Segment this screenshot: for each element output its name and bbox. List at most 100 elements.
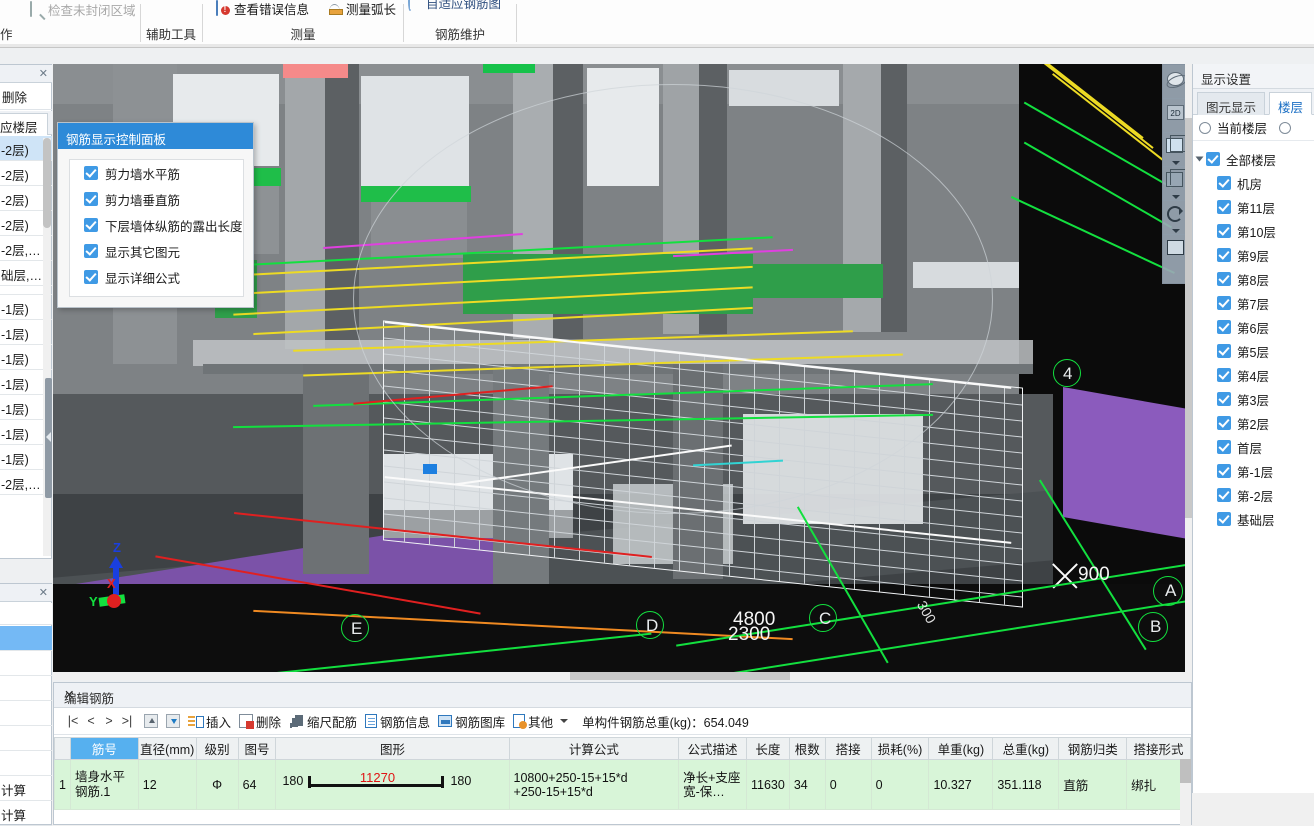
cell-length[interactable]: 11630 [745,759,790,810]
left-dock-tab-floor[interactable]: 应楼层 [0,113,48,135]
scale-rebar-button[interactable]: 缩尺配筋 [289,712,357,731]
tree-root-all-floors[interactable]: 全部楼层 [1193,147,1314,171]
table-header-cell[interactable]: 直径(mm) [137,737,197,760]
checkbox-row-show-other-elements[interactable]: 显示其它图元 [70,238,243,264]
nav-prev-button[interactable]: < [82,714,100,728]
list-item[interactable] [0,651,52,676]
table-header-cell[interactable]: 图号 [237,737,277,760]
cell-formula-desc[interactable]: 净长+支座宽-保… [678,759,747,810]
tab-floors[interactable]: 楼层 [1269,92,1313,115]
cell-total-weight[interactable]: 351.118 [992,759,1060,810]
cell-formula[interactable]: 10800+250-15+15*d +250-15+15*d [508,759,680,810]
checkbox[interactable] [1217,272,1231,286]
chevron-down-icon[interactable] [560,719,569,723]
table-header-cell[interactable]: 根数 [788,737,826,760]
table-header-cell[interactable]: 总重(kg) [992,737,1060,760]
checkbox[interactable] [1217,200,1231,214]
tree-item-floor[interactable]: 第10层 [1193,219,1314,243]
tree-item-floor[interactable]: 第-1层 [1193,459,1314,483]
list-item[interactable] [0,676,52,701]
viewport-hscrollbar-thumb[interactable] [570,672,790,680]
tree-item-floor[interactable]: 第2层 [1193,411,1314,435]
table-header-cell[interactable]: 公式描述 [678,737,747,760]
left-splitter-handle[interactable] [45,378,52,498]
left-list-scrollbar-thumb[interactable] [43,138,51,228]
table-header-cell[interactable]: 单重(kg) [928,737,994,760]
checkbox[interactable] [1217,512,1231,526]
rebar-table-wrapper[interactable]: 筋号 直径(mm) 级别 图号 图形 计算公式 公式描述 长度 根数 搭接 损耗… [54,737,1191,825]
check-unclosed-area-button[interactable]: 检查未封闭区域 [30,0,136,19]
move-up-button[interactable] [144,714,158,728]
checkbox[interactable] [1217,464,1231,478]
checkbox[interactable] [84,270,98,284]
checkbox[interactable] [1217,224,1231,238]
list-item[interactable] [0,701,52,726]
measure-arc-button[interactable]: 测量弧长 [328,0,396,18]
checkbox[interactable] [1217,392,1231,406]
close-icon[interactable]: ✕ [64,687,1185,702]
viewport-vscrollbar-thumb[interactable] [1185,118,1192,518]
table-header-cell[interactable]: 搭接形式 [1126,737,1191,760]
list-item[interactable]: 计算 [0,776,52,801]
checkbox[interactable] [1217,344,1231,358]
checkbox-row-shearwall-vertical[interactable]: 剪力墙垂直筋 [70,186,243,212]
move-down-button[interactable] [166,714,180,728]
checkbox[interactable] [1217,440,1231,454]
table-header-cell[interactable]: 钢筋归类 [1058,737,1128,760]
checkbox[interactable] [1217,296,1231,310]
nav-first-button[interactable]: |< [64,714,82,728]
table-header-cell[interactable]: 计算公式 [508,737,680,760]
other-button[interactable]: 其他 [513,712,572,731]
checkbox-row-show-detailed-formula[interactable]: 显示详细公式 [70,264,243,290]
nav-last-button[interactable]: >| [118,714,136,728]
checkbox[interactable] [1206,152,1220,166]
radio-current-floor[interactable] [1199,121,1211,134]
delete-button[interactable]: 删除 [239,712,281,731]
rebar-library-button[interactable]: 钢筋图库 [438,712,505,731]
tree-item-floor[interactable]: 第3层 [1193,387,1314,411]
cell-shape-no[interactable]: 64 [237,759,277,810]
tree-item-floor[interactable]: 第8层 [1193,267,1314,291]
cell-shape[interactable]: 180 11270 180 [275,759,510,810]
checkbox-row-shearwall-horizontal[interactable]: 剪力墙水平筋 [70,160,243,186]
checkbox[interactable] [84,244,98,258]
tree-item-floor[interactable]: 基础层 [1193,507,1314,531]
cell-unit-weight[interactable]: 10.327 [928,759,994,810]
checkbox[interactable] [1217,176,1231,190]
checkbox[interactable] [84,218,98,232]
table-header-cell[interactable]: 长度 [745,737,790,760]
tree-item-floor[interactable]: 第9层 [1193,243,1314,267]
tree-item-floor[interactable]: 第11层 [1193,195,1314,219]
close-icon[interactable]: ✕ [39,67,48,80]
cell-diameter[interactable]: 12 [137,759,197,810]
cell-category[interactable]: 直筋 [1058,759,1128,810]
table-header-cell[interactable]: 级别 [195,737,239,760]
cell-loss[interactable]: 0 [870,759,930,810]
insert-button[interactable]: 插入 [188,712,231,731]
checkbox[interactable] [1217,488,1231,502]
checkbox-row-lower-wall-exposed-length[interactable]: 下层墙体纵筋的露出长度 [70,212,243,238]
list-item[interactable] [0,751,52,776]
cell-count[interactable]: 34 [788,759,826,810]
nav-next-button[interactable]: > [100,714,118,728]
table-row[interactable]: 1 墙身水平钢筋.1 12 Φ 64 180 11270 180 10800+2… [54,759,1191,810]
left-dock-delete-button[interactable]: 删除 [0,87,27,106]
cell-lap[interactable]: 0 [824,759,872,810]
tab-element-display[interactable]: 图元显示 [1197,92,1266,115]
tree-item-floor[interactable]: 第-2层 [1193,483,1314,507]
checkbox[interactable] [1217,368,1231,382]
checkbox[interactable] [1217,248,1231,262]
close-icon[interactable]: ✕ [39,586,48,599]
cell-rebar-name[interactable]: 墙身水平钢筋.1 [69,759,139,810]
tree-item-floor[interactable]: 机房 [1193,171,1314,195]
tree-item-floor[interactable]: 第6层 [1193,315,1314,339]
table-header-cell[interactable]: 损耗(%) [870,737,930,760]
list-item[interactable]: 计算 [0,801,52,826]
table-vscrollbar-thumb[interactable] [1180,759,1191,783]
tree-item-floor[interactable]: 首层 [1193,435,1314,459]
tree-item-floor[interactable]: 第5层 [1193,339,1314,363]
rebar-diagram-button[interactable]: 自适应钢筋图 [408,0,501,12]
view-error-info-button[interactable]: 查看错误信息 [216,0,309,18]
cell-grade[interactable]: Φ [195,759,239,810]
table-header-cell[interactable]: 图形 [275,737,510,760]
